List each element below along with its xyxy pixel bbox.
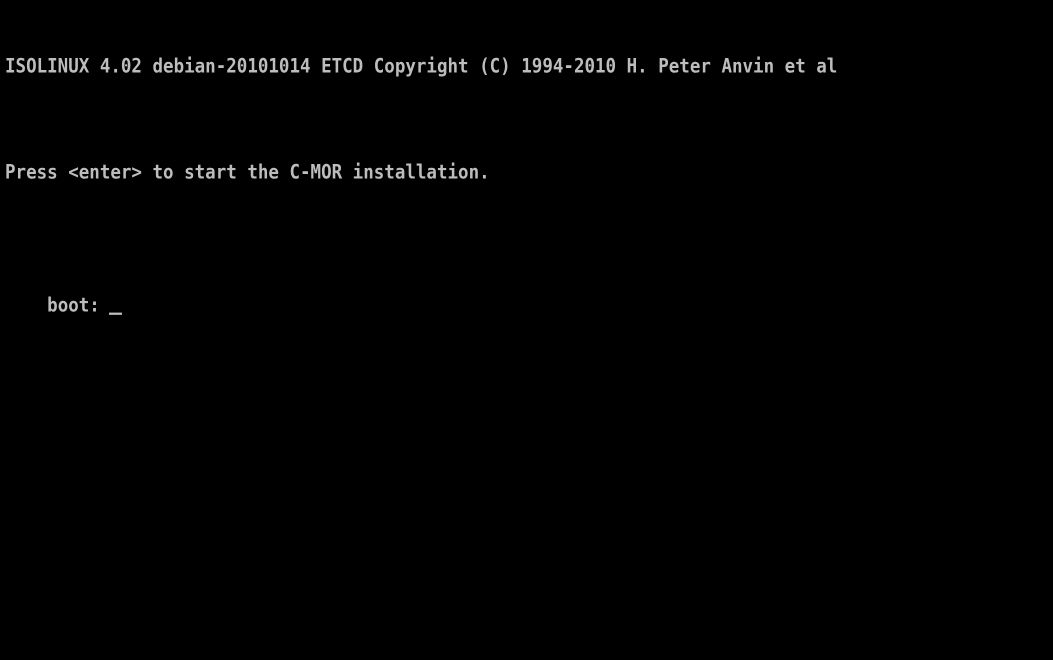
text-cursor (108, 312, 122, 315)
install-instruction: Press <enter> to start the C-MOR install… (5, 161, 490, 185)
boot-console-screen: ISOLINUX 4.02 debian-20101014 ETCD Copyr… (0, 0, 1053, 660)
boot-prompt-label: boot: (47, 294, 100, 318)
boot-prompt-line[interactable]: boot: (5, 266, 122, 317)
isolinux-banner: ISOLINUX 4.02 debian-20101014 ETCD Copyr… (5, 55, 838, 79)
